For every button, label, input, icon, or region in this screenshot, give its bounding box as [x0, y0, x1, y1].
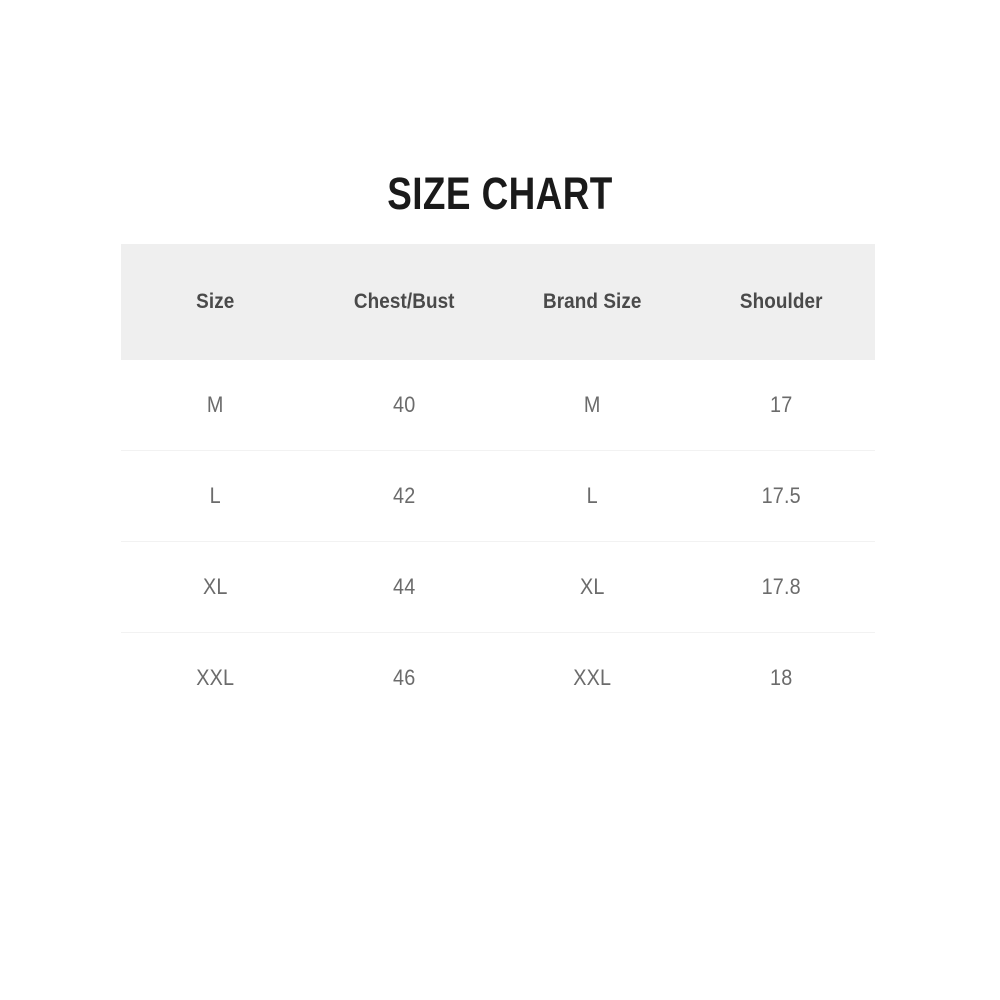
table-row: M 40 M 17	[121, 360, 875, 451]
cell-size: M	[130, 360, 301, 451]
column-header-shoulder: Shoulder	[739, 290, 823, 313]
cell-size: XL	[130, 541, 301, 633]
cell-size: XXL	[130, 632, 301, 723]
cell-chest-bust: 46	[318, 632, 489, 723]
column-header-brand-size: Brand Size	[542, 290, 642, 313]
size-chart-page: SIZE CHART Size Chest/Bust Brand Size Sh…	[0, 0, 1000, 1000]
table-row: L 42 L 17.5	[121, 450, 875, 542]
cell-shoulder: 17	[695, 360, 866, 451]
cell-size: L	[130, 450, 301, 542]
page-title: SIZE CHART	[387, 168, 613, 219]
cell-chest-bust: 44	[318, 541, 489, 633]
cell-chest-bust: 42	[318, 450, 489, 542]
cell-brand-size: L	[507, 450, 678, 542]
table-header-row: Size Chest/Bust Brand Size Shoulder	[121, 244, 875, 360]
table-body: M 40 M 17 L 42 L 17.5 XL 44 XL 17.8 XXL …	[121, 360, 875, 723]
table-header: Size Chest/Bust Brand Size Shoulder	[121, 244, 875, 360]
cell-brand-size: XL	[507, 541, 678, 633]
cell-brand-size: XXL	[507, 632, 678, 723]
size-chart-table-container: Size Chest/Bust Brand Size Shoulder M 40…	[121, 244, 875, 723]
cell-chest-bust: 40	[318, 360, 489, 451]
table-row: XXL 46 XXL 18	[121, 632, 875, 723]
column-header-chest-bust: Chest/Bust	[353, 290, 455, 313]
cell-shoulder: 17.5	[695, 450, 866, 542]
table-row: XL 44 XL 17.8	[121, 541, 875, 633]
cell-brand-size: M	[507, 360, 678, 451]
size-chart-table: Size Chest/Bust Brand Size Shoulder M 40…	[121, 244, 875, 723]
cell-shoulder: 18	[695, 632, 866, 723]
column-header-size: Size	[196, 290, 235, 313]
cell-shoulder: 17.8	[695, 541, 866, 633]
